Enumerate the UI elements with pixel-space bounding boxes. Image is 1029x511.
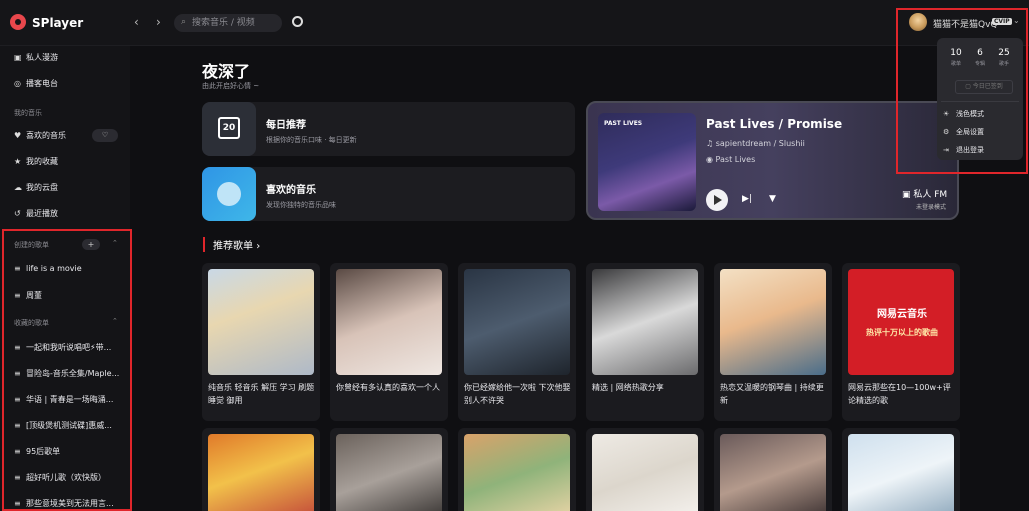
search-icon: ⌕	[181, 17, 187, 27]
playlist-cover	[592, 434, 698, 511]
playlist-name: 你已经嫁给他一次啦 下次他娶别人不许哭	[464, 383, 571, 405]
fm-artist-name: sapientdream / Slushii	[715, 139, 805, 148]
playlist-cover	[464, 434, 570, 511]
star-icon: ★	[14, 157, 22, 166]
fm-song-title[interactable]: Past Lives / Promise	[706, 117, 842, 131]
greeting-subtitle[interactable]: 由此开启好心情 ~	[202, 81, 259, 91]
liked-thumb	[202, 167, 256, 221]
section-title[interactable]: 推荐歌单 ›	[203, 237, 260, 252]
playlist-cover: 网易云音乐 热评十万以上的歌曲	[848, 269, 954, 375]
playlist-card[interactable]	[458, 428, 576, 511]
playlist-name: 精选 | 网络热歌分享	[592, 383, 664, 392]
next-icon[interactable]: ▶|	[742, 194, 752, 204]
daily-thumb: 20	[202, 102, 256, 156]
daily-title: 每日推荐	[266, 120, 306, 131]
fm-label: ▣ 私人 FM	[902, 187, 947, 200]
fm-mode-label: 未登录模式	[916, 204, 947, 211]
app-name: SPlayer	[32, 16, 84, 30]
app-logo-icon	[10, 14, 26, 30]
sidebar-item-label: 我的收藏	[26, 157, 58, 166]
playlist-cover	[848, 434, 954, 511]
sidebar-item-label: 喜欢的音乐	[26, 131, 66, 140]
podcast-icon: ◎	[14, 79, 21, 88]
greeting-title: 夜深了	[202, 62, 251, 81]
sidebar-item-label: 播客电台	[26, 79, 58, 88]
playlist-name: 网易云那些在10—100w+评论精选的歌	[848, 383, 951, 405]
fm-label-text: 私人 FM	[913, 190, 948, 200]
fm-album-name: Past Lives	[715, 155, 756, 164]
netease-caption: 热评十万以上的歌曲	[866, 328, 938, 337]
forward-button[interactable]: ›	[156, 15, 161, 29]
liked-music-card[interactable]: 喜欢的音乐 发现你独特的音乐品味	[202, 167, 575, 221]
playlist-card[interactable]	[330, 428, 448, 511]
daily-recommend-card[interactable]: 20 每日推荐 根据你的音乐口味 · 每日更新	[202, 102, 575, 156]
playlist-card[interactable]	[714, 428, 832, 511]
playlist-card[interactable]	[202, 428, 320, 511]
fm-album[interactable]: ◉ Past Lives	[706, 155, 755, 164]
play-button[interactable]	[706, 189, 728, 211]
playlist-name: 你曾经有多认真的喜欢一个人	[336, 383, 440, 392]
sidebar-item-roam[interactable]: ▣ 私人漫游	[14, 52, 58, 66]
playlist-card[interactable]: 你已经嫁给他一次啦 下次他娶别人不许哭	[458, 263, 576, 421]
netease-brand: 网易云音乐	[877, 309, 927, 320]
sidebar-item-label: 我的云盘	[26, 183, 58, 192]
playlist-card[interactable]	[842, 428, 960, 511]
sidebar-item-liked[interactable]: ♥ 喜欢的音乐	[14, 130, 66, 144]
sidebar-item-cloud[interactable]: ☁ 我的云盘	[14, 182, 58, 196]
playlist-cover	[336, 269, 442, 375]
playlist-name: 纯音乐 轻音乐 解压 学习 刷题 睡觉 御用	[208, 383, 315, 405]
fm-cover-title: PAST LIVES	[604, 120, 643, 127]
sidebar-item-recent[interactable]: ↺ 最近播放	[14, 208, 58, 222]
search-box[interactable]: ⌕	[174, 14, 282, 32]
playlist-card[interactable]: 精选 | 网络热歌分享	[586, 263, 704, 421]
calendar-icon: 20	[218, 117, 240, 139]
album-icon: ◉	[706, 155, 716, 164]
github-icon[interactable]	[292, 16, 303, 27]
heart-icon: ♥	[14, 131, 22, 140]
fm-artist[interactable]: ♫ sapientdream / Slushii	[706, 139, 805, 148]
playlist-cover	[720, 269, 826, 375]
heart-mode-button[interactable]: ♡	[92, 129, 118, 142]
playlist-cover	[720, 434, 826, 511]
chevron-right-icon: ›	[256, 241, 261, 252]
daily-subtitle: 根据你的音乐口味 · 每日更新	[266, 136, 357, 144]
playlist-cover	[208, 434, 314, 511]
playlist-cover	[592, 269, 698, 375]
playlist-card[interactable]: 纯音乐 轻音乐 解压 学习 刷题 睡觉 御用	[202, 263, 320, 421]
playlist-name: 热恋又温暖的钢琴曲 | 持续更新	[720, 383, 824, 405]
liked-subtitle: 发现你独特的音乐品味	[266, 201, 336, 209]
disc-icon	[217, 182, 241, 206]
artist-icon: ♫	[706, 139, 716, 148]
search-input[interactable]	[192, 16, 278, 30]
playlist-card[interactable]: 你曾经有多认真的喜欢一个人	[330, 263, 448, 421]
highlight-box	[896, 8, 1028, 174]
title-bar: SPlayer ‹ › ⌕ 猫猫不是猫QvQ CVIP ⌄	[0, 0, 1029, 46]
back-button[interactable]: ‹	[134, 15, 139, 29]
highlight-box	[2, 229, 132, 511]
playlist-card[interactable]: 热恋又温暖的钢琴曲 | 持续更新	[714, 263, 832, 421]
my-music-header: 我的音乐	[14, 109, 42, 117]
sidebar-item-label: 最近播放	[26, 209, 58, 218]
playlist-cover	[208, 269, 314, 375]
dislike-icon[interactable]: ▼	[769, 194, 776, 204]
playlist-cover	[464, 269, 570, 375]
sidebar-item-collection[interactable]: ★ 我的收藏	[14, 156, 58, 170]
radio-icon: ▣	[14, 53, 22, 62]
cloud-icon: ☁	[14, 183, 22, 192]
playlist-card[interactable]: 网易云音乐 热评十万以上的歌曲 网易云那些在10—100w+评论精选的歌	[842, 263, 960, 421]
fm-cover-art: PAST LIVES	[598, 113, 696, 211]
section-title-text: 推荐歌单	[213, 241, 253, 252]
playlist-card[interactable]	[586, 428, 704, 511]
scrollbar[interactable]	[1020, 46, 1024, 246]
history-icon: ↺	[14, 209, 21, 218]
sidebar-item-podcast[interactable]: ◎ 播客电台	[14, 78, 58, 92]
sidebar-item-label: 私人漫游	[26, 53, 58, 62]
liked-title: 喜欢的音乐	[266, 185, 316, 196]
playlist-cover	[336, 434, 442, 511]
radio-icon: ▣	[902, 190, 914, 200]
